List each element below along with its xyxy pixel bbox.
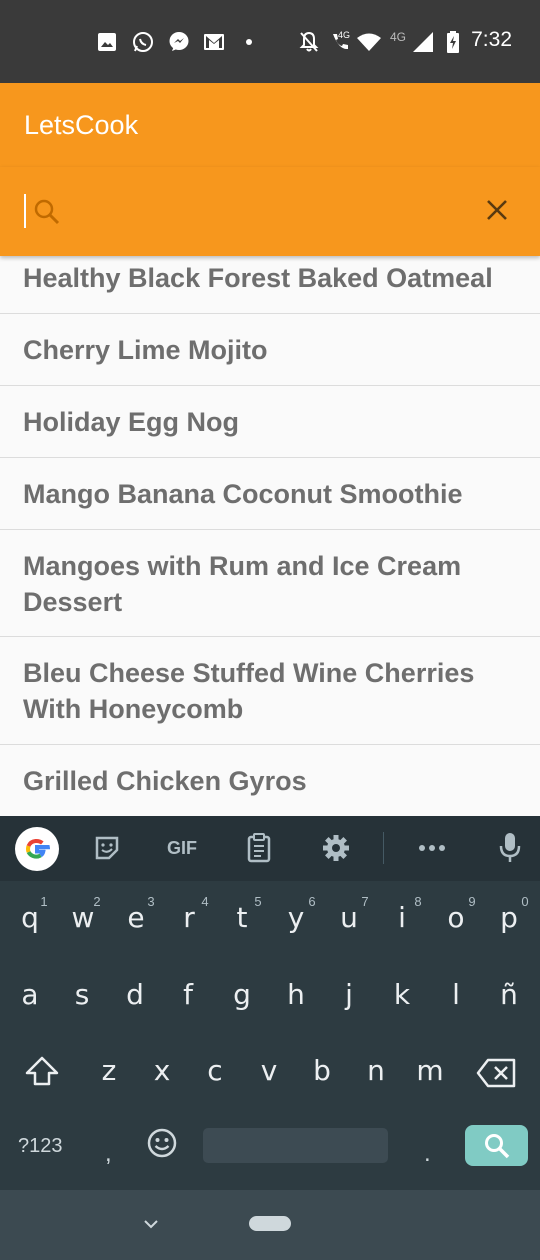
key-v[interactable]: v: [249, 1054, 289, 1087]
recipe-title: Mangoes with Rum and Ice Cream Dessert: [23, 551, 462, 617]
recipe-title: Holiday Egg Nog: [23, 407, 239, 437]
close-icon: [485, 198, 509, 222]
key-l[interactable]: l: [436, 978, 476, 1011]
whatsapp-icon: [131, 31, 155, 53]
list-item[interactable]: Healthy Black Forest Baked Oatmeal: [0, 256, 540, 314]
status-bar: 4G 4G 7:32: [0, 0, 540, 83]
microphone-icon[interactable]: [492, 830, 528, 866]
home-pill[interactable]: [249, 1216, 291, 1231]
key-x[interactable]: x: [142, 1054, 182, 1087]
clear-search-button[interactable]: [482, 195, 512, 225]
recipe-title: Mango Banana Coconut Smoothie: [23, 479, 463, 509]
key-n[interactable]: n: [356, 1054, 396, 1087]
key-hint: 2: [93, 894, 101, 909]
recipe-title: Cherry Lime Mojito: [23, 335, 268, 365]
emoji-icon: [146, 1127, 178, 1166]
key-f[interactable]: f: [168, 978, 208, 1011]
gif-button[interactable]: GIF: [158, 830, 206, 866]
list-item[interactable]: Cherry Lime Mojito: [0, 314, 540, 386]
recipe-list: Healthy Black Forest Baked Oatmeal Cherr…: [0, 256, 540, 816]
key-hint: 4: [201, 894, 209, 909]
key-hint: 8: [414, 894, 422, 909]
key-hint: 6: [308, 894, 316, 909]
net-label-2: 4G: [390, 30, 407, 44]
recipe-title: Healthy Black Forest Baked Oatmeal: [23, 263, 493, 293]
key-hint: 1: [40, 894, 48, 909]
key-k[interactable]: k: [382, 978, 422, 1011]
recipe-title: Bleu Cheese Stuffed Wine Cherries With H…: [23, 658, 475, 724]
messenger-icon: [167, 31, 191, 53]
emoji-key[interactable]: [142, 1127, 182, 1166]
key-h[interactable]: h: [276, 978, 316, 1011]
space-key[interactable]: [203, 1128, 388, 1163]
list-item[interactable]: Grilled Chicken Gyros: [0, 745, 540, 816]
more-icon[interactable]: [414, 830, 450, 866]
key-a[interactable]: a: [10, 978, 50, 1011]
key-hint: 7: [361, 894, 369, 909]
key-c[interactable]: c: [195, 1054, 235, 1087]
app-bar: LetsCook: [0, 83, 540, 167]
backspace-key[interactable]: [474, 1058, 518, 1095]
notifications-off-icon: [298, 31, 320, 53]
text-caret: [24, 194, 26, 228]
symbols-key[interactable]: ?123: [18, 1135, 63, 1158]
list-item[interactable]: Bleu Cheese Stuffed Wine Cherries With H…: [0, 637, 540, 745]
key-hint: 5: [254, 894, 262, 909]
key-g[interactable]: g: [222, 978, 262, 1011]
wifi-icon: [356, 31, 382, 53]
list-item[interactable]: Mango Banana Coconut Smoothie: [0, 458, 540, 530]
key-m[interactable]: m: [410, 1054, 450, 1087]
dot-icon: [244, 31, 254, 53]
key-j[interactable]: j: [329, 978, 369, 1011]
battery-charging-icon: [446, 31, 460, 53]
image-icon: [96, 31, 118, 53]
key-z[interactable]: z: [89, 1054, 129, 1087]
signal-icon: [412, 31, 434, 53]
key-d[interactable]: d: [115, 978, 155, 1011]
sticker-icon[interactable]: [89, 830, 125, 866]
list-item[interactable]: Holiday Egg Nog: [0, 386, 540, 458]
key-period[interactable]: .: [424, 1140, 431, 1168]
key-b[interactable]: b: [302, 1054, 342, 1087]
keyboard-toolbar: GIF: [0, 816, 540, 881]
search-key[interactable]: [465, 1125, 528, 1166]
gear-icon[interactable]: [318, 830, 354, 866]
shift-icon: [25, 1056, 59, 1093]
key-hint: 3: [147, 894, 155, 909]
key-s[interactable]: s: [62, 978, 102, 1011]
key-hint: 9: [468, 894, 476, 909]
clock: 7:32: [471, 28, 512, 51]
search-input[interactable]: [22, 191, 462, 231]
google-icon[interactable]: [15, 827, 59, 871]
clipboard-icon[interactable]: [241, 830, 277, 866]
key-hint: 0: [521, 894, 529, 909]
recipe-title: Grilled Chicken Gyros: [23, 766, 307, 796]
toolbar-divider: [383, 832, 384, 864]
gmail-icon: [203, 31, 225, 53]
search-icon: [32, 197, 62, 227]
backspace-icon: [476, 1058, 516, 1095]
key-comma[interactable]: ,: [105, 1140, 112, 1168]
shift-key[interactable]: [22, 1056, 62, 1093]
hide-keyboard-icon[interactable]: [141, 1214, 161, 1234]
search-icon: [483, 1132, 511, 1160]
net-label-1: 4G: [338, 30, 351, 40]
search-bar: [0, 167, 540, 256]
list-item[interactable]: Mangoes with Rum and Ice Cream Dessert: [0, 530, 540, 637]
key-n-tilde[interactable]: ñ: [489, 978, 529, 1011]
app-title: LetsCook: [24, 110, 139, 140]
